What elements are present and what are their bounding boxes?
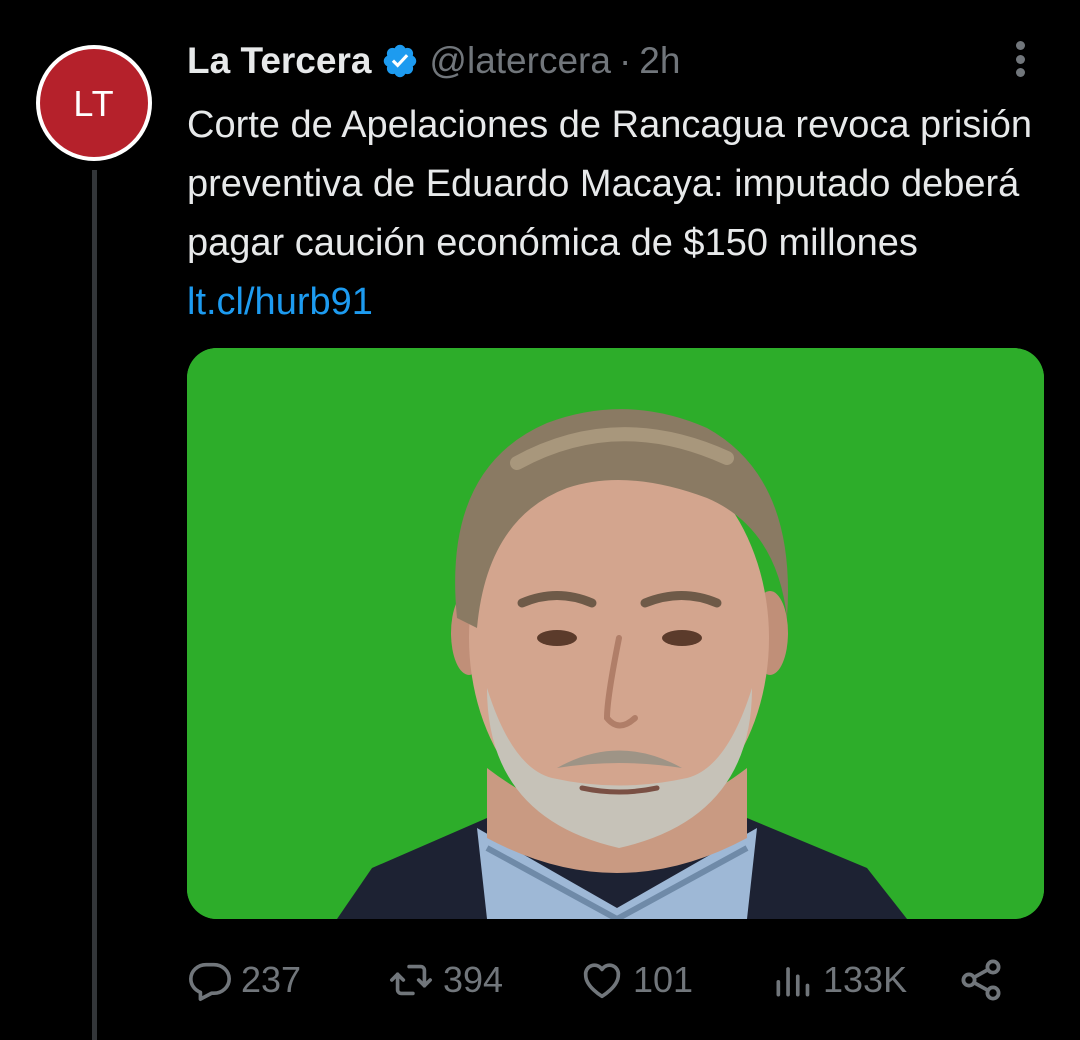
more-dot	[1015, 41, 1025, 50]
views-button[interactable]: 133K	[771, 950, 907, 1010]
heart-icon	[579, 957, 625, 1003]
display-name[interactable]: La Tercera	[187, 40, 371, 82]
tweet[interactable]: LT La Tercera @latercera · 2h Corte de A…	[0, 0, 1080, 1040]
portrait-photo	[187, 348, 1044, 919]
tweet-header: La Tercera @latercera · 2h	[187, 38, 680, 84]
tweet-photo[interactable]	[187, 348, 1044, 919]
views-count: 133K	[823, 959, 908, 1000]
repost-count: 394	[443, 959, 504, 1000]
tweet-text: Corte de Apelaciones de Rancagua revoca …	[187, 96, 1047, 332]
tweet-link[interactable]: lt.cl/hurb91	[187, 281, 373, 323]
tweet-body: Corte de Apelaciones de Rancagua revoca …	[187, 104, 1032, 264]
verified-badge-icon	[381, 42, 419, 80]
avatar[interactable]: LT	[36, 45, 152, 161]
avatar-text: LT	[73, 83, 115, 124]
timestamp[interactable]: 2h	[639, 40, 680, 82]
thread-line	[92, 170, 97, 1040]
more-vertical-icon[interactable]	[1004, 38, 1036, 80]
share-icon	[957, 956, 1005, 1004]
repost-button[interactable]: 394	[387, 950, 503, 1010]
reply-icon	[187, 957, 233, 1003]
share-button[interactable]	[957, 950, 1005, 1010]
reply-count: 237	[241, 959, 302, 1000]
repost-icon	[387, 957, 435, 1003]
like-button[interactable]: 101	[579, 950, 693, 1010]
more-dot	[1015, 68, 1025, 77]
separator-dot: ·	[618, 40, 632, 81]
avatar-logo: LT	[40, 49, 148, 157]
views-icon	[771, 957, 815, 1003]
like-count: 101	[633, 959, 694, 1000]
reply-button[interactable]: 237	[187, 950, 301, 1010]
handle[interactable]: @latercera	[429, 40, 611, 82]
action-bar: 237 394 101 133K	[187, 950, 1017, 1010]
more-dot	[1015, 54, 1025, 64]
